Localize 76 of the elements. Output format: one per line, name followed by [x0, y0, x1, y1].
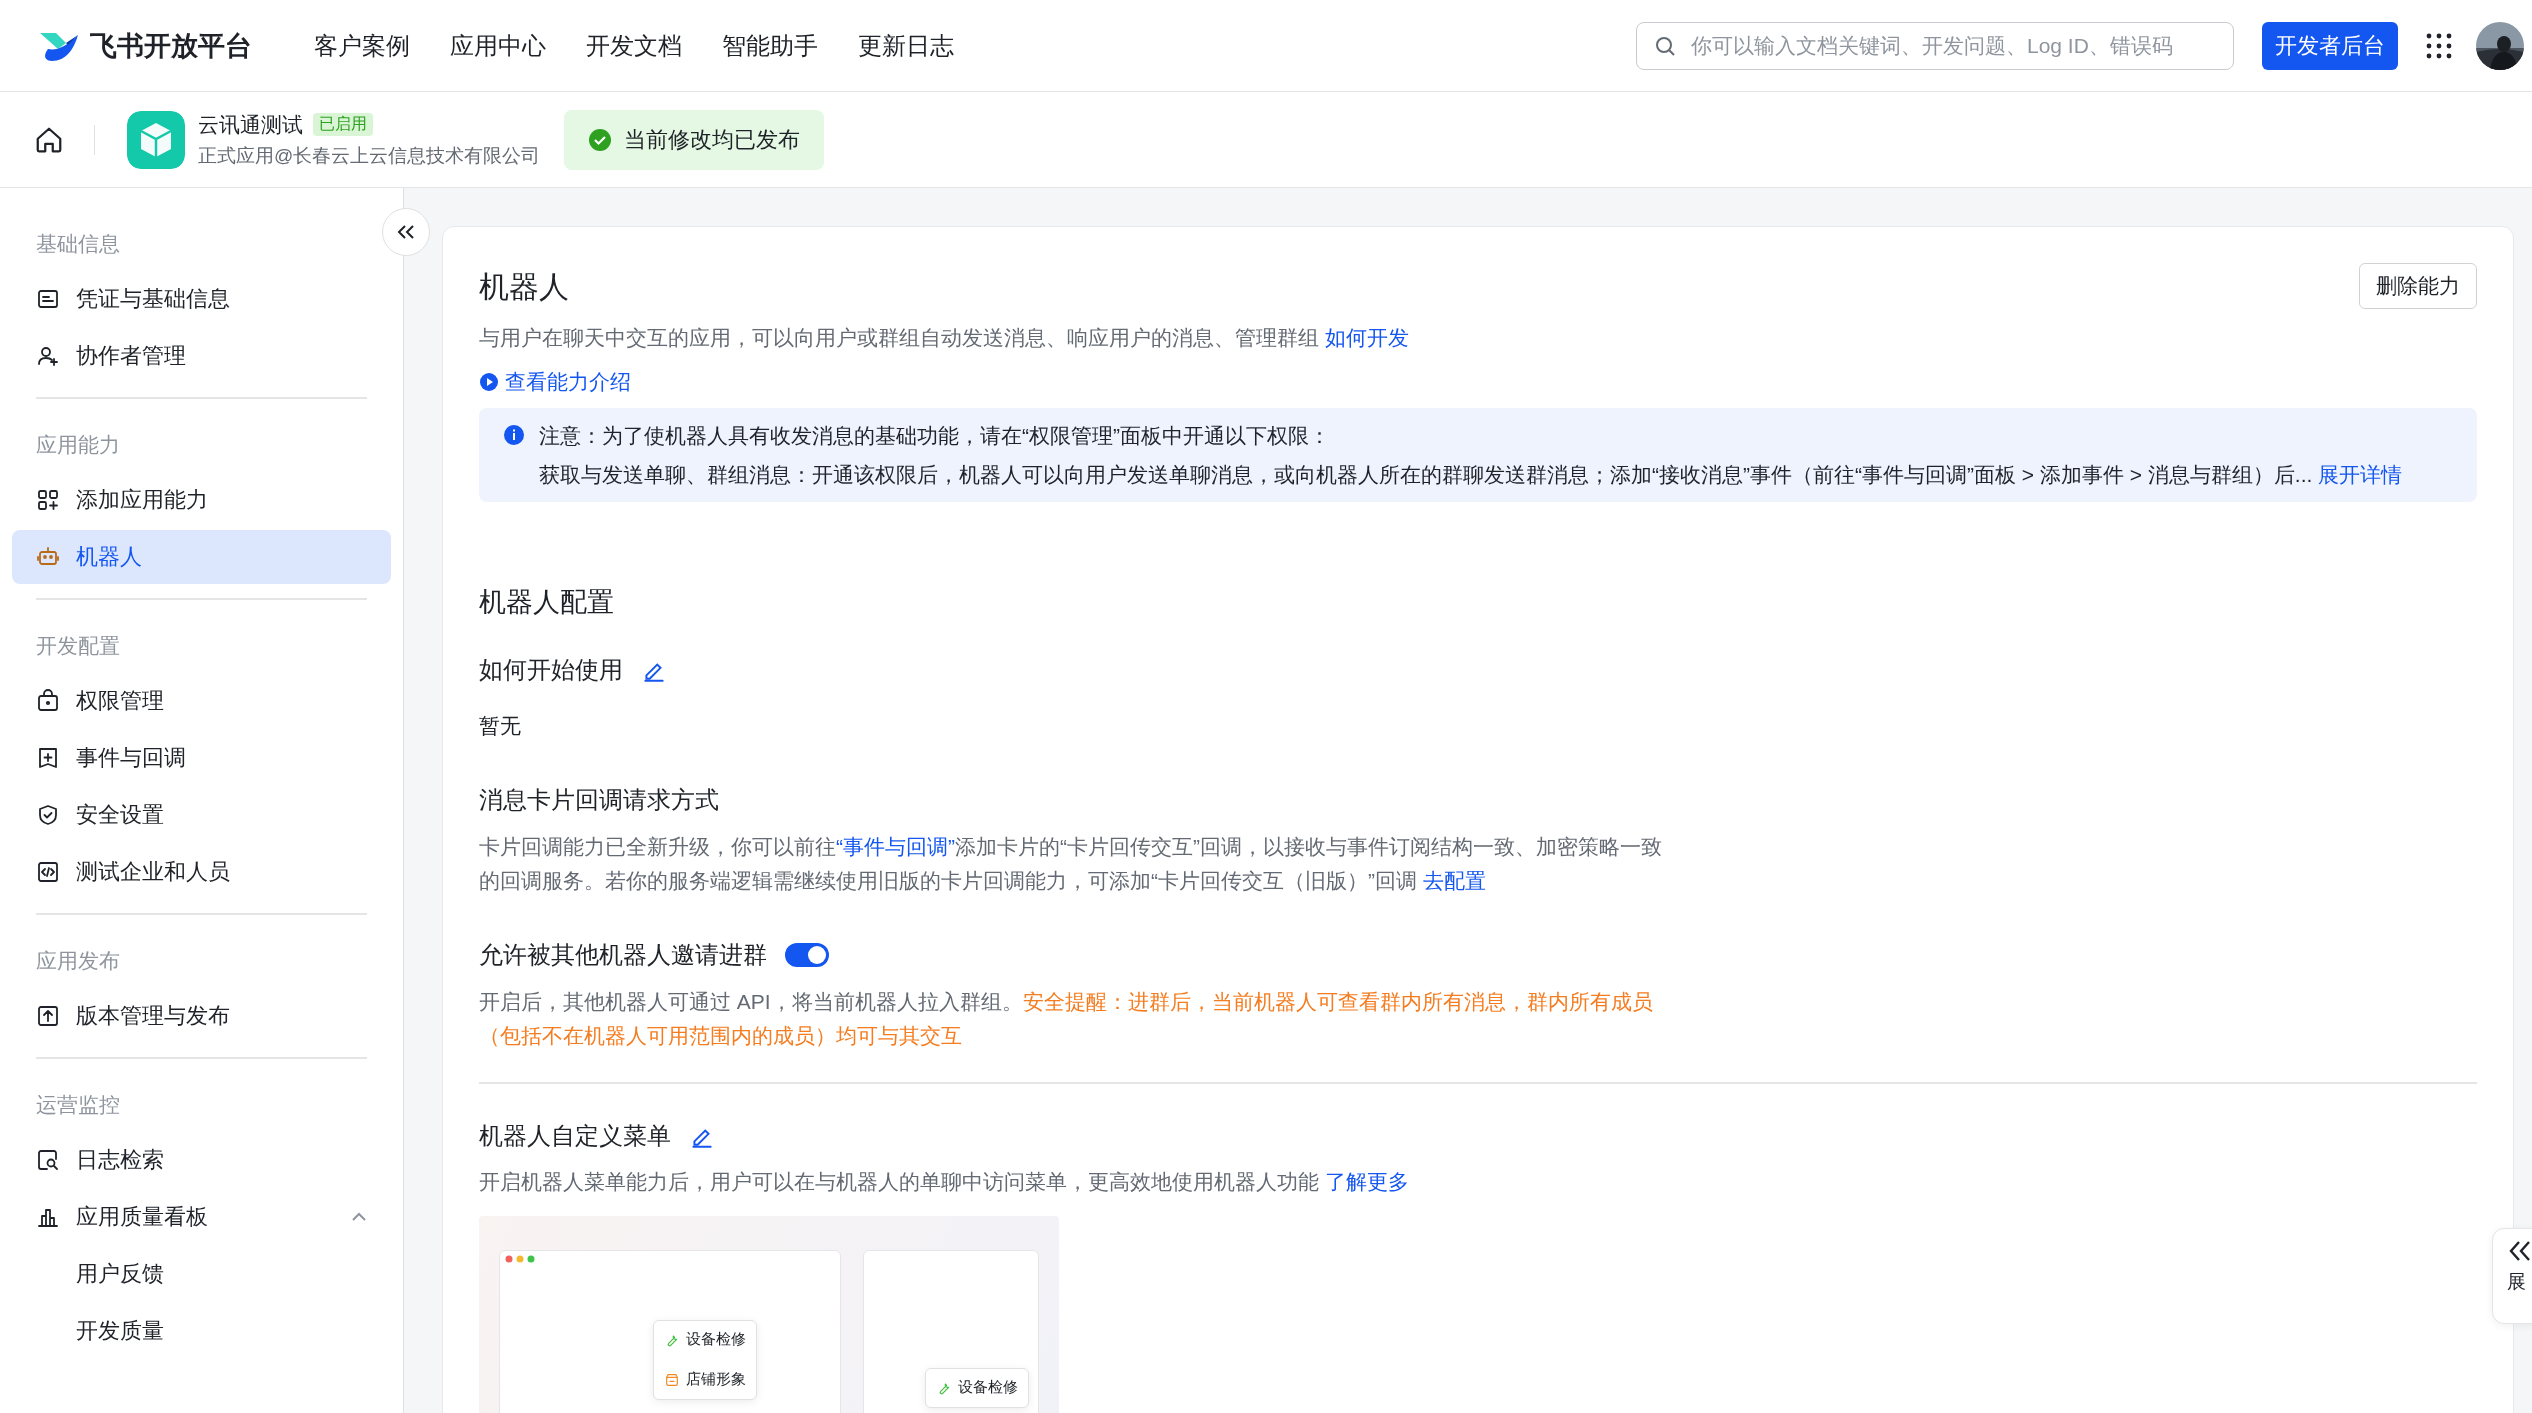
upload-icon	[36, 1004, 60, 1028]
double-chevron-left-icon	[397, 224, 415, 240]
info-icon	[503, 423, 525, 446]
nav-link[interactable]: 客户案例	[314, 29, 410, 62]
expand-tab-label[interactable]: 展	[2507, 1269, 2526, 1295]
sidebar-item[interactable]: 协作者管理	[12, 329, 391, 383]
notice-body: 获取与发送单聊、群组消息：开通该权限后，机器人可以向用户发送单聊消息，或向机器人所在的群聊发送群消息；添加“接收消息”事件（前往“事件与回调”面板 > 添加事件 > 消息与群组）后... 展开详情	[539, 461, 2403, 488]
sidebar-group-title: 应用能力	[35, 432, 121, 458]
shield-icon	[36, 803, 60, 827]
play-circle-icon	[479, 371, 499, 392]
sidebar-item[interactable]: 机器人	[12, 530, 391, 584]
double-chevron-left-icon[interactable]	[2507, 1239, 2532, 1263]
sidebar-item[interactable]: 凭证与基础信息	[12, 272, 391, 326]
sidebar-item[interactable]: 权限管理	[12, 674, 391, 728]
published-notice: 当前修改均已发布	[564, 109, 825, 170]
search-field[interactable]: 你可以输入文档关键词、开发问题、Log ID、错误码	[1636, 21, 2234, 70]
card-callback-description: 卡片回调能力已全新升级，你可以前往“事件与回调”添加卡片的“卡片回传交互”回调，以接收与事件订阅结构一致、加密策略一致的回调服务。若你的服务端逻辑需继续使用旧版的卡片回调能力，可添加“卡片回传交互（旧版）”回调 去配置	[479, 834, 1663, 894]
setting-title: 机器人自定义菜单	[479, 1121, 671, 1152]
sidebar-group-title: 开发配置	[35, 633, 121, 659]
apps-add-icon	[36, 488, 60, 512]
setting-title: 消息卡片回调请求方式	[479, 785, 719, 816]
log-search-icon	[36, 1148, 60, 1172]
app-grid-icon[interactable]	[2426, 32, 2452, 59]
sidebar-group-title: 基础信息	[35, 231, 121, 257]
expand-side-tab[interactable]: 展	[2492, 1228, 2532, 1324]
code-icon	[36, 860, 60, 884]
setting-title: 允许被其他机器人邀请进群	[479, 940, 767, 971]
capability-description: 与用户在聊天中交互的应用，可以向用户或群组自动发送消息、响应用户的消息、管理群组 如何开发	[479, 325, 1410, 351]
collapse-sidebar-button[interactable]	[382, 208, 430, 256]
sidebar-group-title: 运营监控	[35, 1092, 121, 1118]
delete-capability-button[interactable]: 删除能力	[2359, 263, 2477, 309]
sidebar-item[interactable]: 日志检索	[12, 1133, 391, 1187]
sidebar-subitem[interactable]: 用户反馈	[12, 1247, 391, 1301]
briefcase-lock-icon	[36, 689, 60, 713]
user-add-icon	[36, 344, 60, 368]
status-tag: 已启用	[313, 113, 373, 136]
menu-option: 设备检修	[664, 1326, 746, 1353]
menu-option: 店铺形象	[664, 1366, 746, 1393]
invite-description: 开启后，其他机器人可通过 API，将当前机器人拉入群组。安全提醒：进群后，当前机器人可查看群内所有消息，群内所有成员（包括不在机器人可用范围内的成员）均可与其交互	[479, 989, 1654, 1049]
nav-link[interactable]: 应用中心	[450, 29, 546, 62]
app-subtitle: 正式应用@长春云上云信息技术有限公司	[198, 143, 541, 168]
nav-link[interactable]: 智能助手	[722, 29, 818, 62]
sidebar-item[interactable]: 添加应用能力	[12, 473, 391, 527]
learn-more-link[interactable]: 了解更多	[1324, 1170, 1409, 1194]
platform-logo-text[interactable]: 飞书开放平台	[90, 27, 252, 64]
id-card-icon	[36, 287, 60, 311]
shop-icon	[664, 1371, 680, 1388]
plus-box-icon	[36, 746, 60, 770]
link[interactable]: 去配置	[1422, 868, 1486, 892]
custom-menu-description: 开启机器人菜单能力后，用户可以在与机器人的单聊中访问菜单，更高效地使用机器人功能 了解更多	[479, 1169, 1410, 1196]
developer-console-button[interactable]: 开发者后台	[2262, 21, 2398, 70]
sidebar-item[interactable]: 版本管理与发布	[12, 989, 391, 1043]
sidebar-item[interactable]: 应用质量看板	[12, 1190, 391, 1244]
sidebar-item[interactable]: 事件与回调	[12, 731, 391, 785]
setting-title: 如何开始使用	[479, 655, 623, 686]
section-heading: 机器人配置	[479, 586, 615, 620]
capability-intro-link[interactable]: 查看能力介绍	[479, 367, 631, 396]
expand-details-link[interactable]: 展开详情	[2318, 462, 2403, 486]
how-to-develop-link[interactable]: 如何开发	[1324, 326, 1409, 349]
window-dots-icon	[505, 1253, 537, 1264]
app-name: 云讯通测试	[198, 111, 303, 138]
sidebar-item[interactable]: 测试企业和人员	[12, 845, 391, 899]
sidebar-subitem[interactable]: 开发质量	[12, 1304, 391, 1358]
sidebar-item[interactable]: 安全设置	[12, 788, 391, 842]
check-circle-icon	[588, 127, 613, 152]
page-title: 机器人	[479, 269, 569, 305]
link[interactable]: “事件与回调”	[836, 835, 955, 859]
notice-title: 注意：为了使机器人具有收发消息的基础功能，请在“权限管理”面板中开通以下权限：	[539, 422, 1331, 449]
nav-link[interactable]: 开发文档	[586, 29, 682, 62]
sidebar-group-title: 应用发布	[35, 948, 121, 974]
chevron-up-icon	[351, 1212, 367, 1222]
menu-option: 设备检修	[936, 1374, 1018, 1401]
nav-link[interactable]: 更新日志	[858, 29, 954, 62]
toggle-switch[interactable]	[785, 943, 829, 968]
setting-value: 暂无	[479, 713, 522, 740]
cube-app-icon	[127, 110, 185, 169]
